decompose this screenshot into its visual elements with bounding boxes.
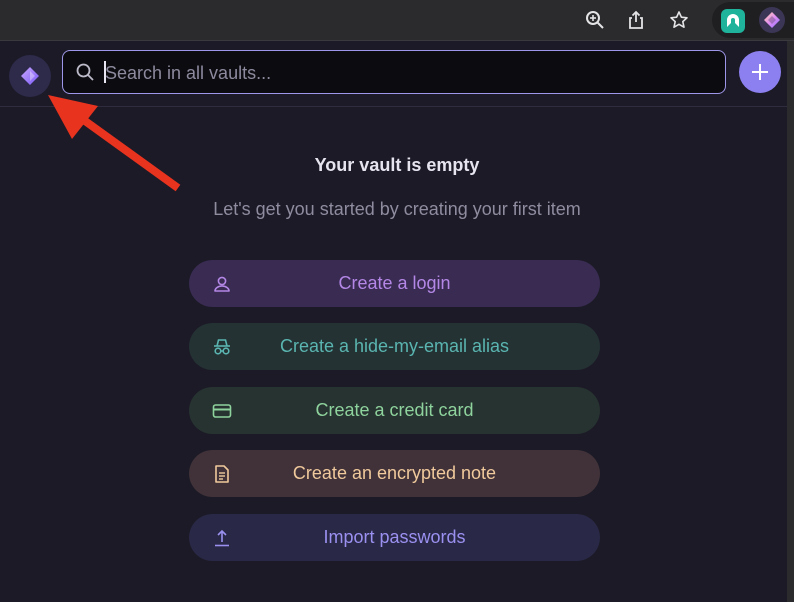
popup-header bbox=[0, 41, 794, 107]
zoom-icon[interactable] bbox=[583, 8, 607, 32]
search-input[interactable] bbox=[103, 56, 707, 90]
add-item-button[interactable] bbox=[739, 51, 781, 93]
create-alias-label: Create a hide-my-email alias bbox=[279, 336, 510, 356]
create-note-label: Create an encrypted note bbox=[292, 463, 497, 483]
create-credit-card-button[interactable]: Create a credit card bbox=[189, 387, 600, 434]
upload-icon bbox=[215, 529, 229, 547]
import-passwords-label: Import passwords bbox=[323, 527, 466, 547]
note-icon bbox=[215, 465, 229, 483]
user-icon bbox=[214, 276, 230, 292]
plus-icon bbox=[752, 64, 768, 80]
create-note-button[interactable]: Create an encrypted note bbox=[189, 450, 600, 497]
proton-pass-logo-icon bbox=[21, 67, 39, 85]
proton-pass-icon[interactable] bbox=[759, 7, 785, 33]
share-icon[interactable] bbox=[624, 8, 648, 32]
incognito-icon bbox=[214, 339, 230, 355]
create-login-label: Create a login bbox=[338, 273, 451, 293]
card-icon bbox=[212, 404, 232, 418]
search-icon bbox=[76, 63, 94, 81]
extensions-area bbox=[712, 2, 794, 38]
browser-toolbar bbox=[0, 0, 794, 41]
proton-vpn-icon[interactable] bbox=[721, 9, 745, 33]
empty-state-title: Your vault is empty bbox=[314, 155, 480, 175]
empty-state-subtitle: Let's get you started by creating your f… bbox=[213, 199, 581, 219]
create-alias-button[interactable]: Create a hide-my-email alias bbox=[189, 323, 600, 370]
create-credit-card-label: Create a credit card bbox=[315, 400, 474, 420]
text-caret bbox=[104, 61, 106, 83]
star-icon[interactable] bbox=[667, 8, 691, 32]
import-passwords-button[interactable]: Import passwords bbox=[189, 514, 600, 561]
menu-button[interactable] bbox=[9, 55, 51, 97]
search-box bbox=[62, 50, 726, 94]
create-login-button[interactable]: Create a login bbox=[189, 260, 600, 307]
window-edge bbox=[787, 41, 794, 602]
